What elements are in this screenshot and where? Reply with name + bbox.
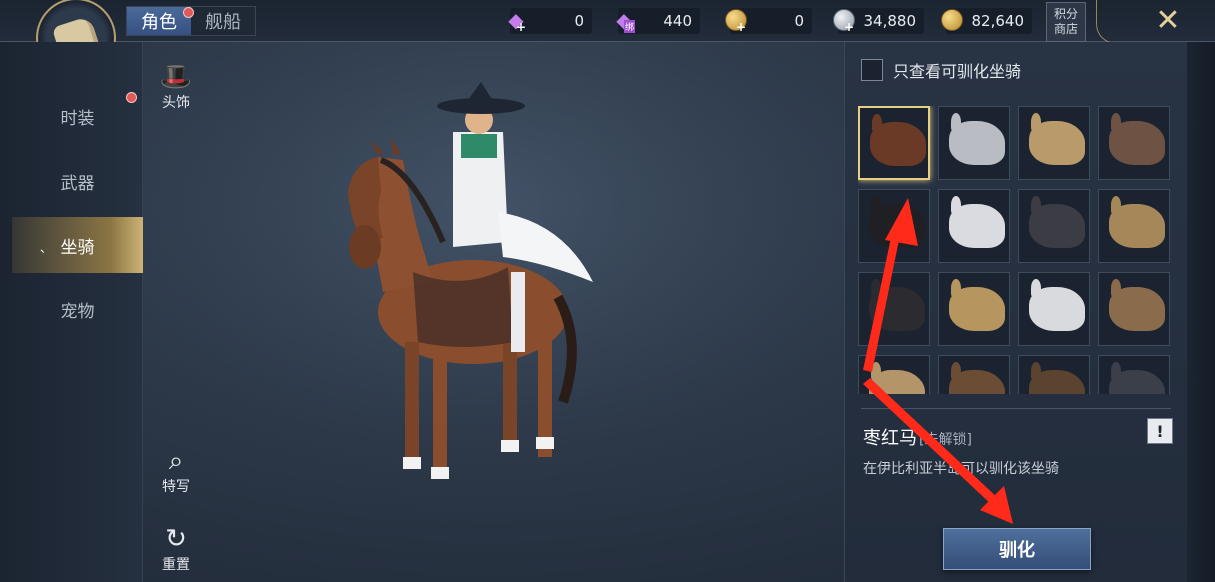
mount-slot[interactable] [1098,189,1170,263]
mount-slot[interactable] [1098,355,1170,394]
mount-slot[interactable] [858,189,930,263]
mount-slot[interactable] [858,106,930,180]
portrait-ear [951,113,961,131]
points-shop-button[interactable]: 积分商店 [1046,2,1086,42]
portrait-ear [951,279,961,297]
currency-value: 0 [574,12,584,30]
selected-mark-icon: 、 [40,241,53,255]
mount-slot[interactable] [858,272,930,346]
mount-slot[interactable] [938,272,1010,346]
currency-value: 82,640 [971,12,1025,30]
closeup-label: 特写 [162,479,190,495]
currency-value: 0 [794,12,804,30]
portrait-ear [1031,362,1041,380]
currency-value: 34,880 [863,12,917,30]
portrait-ear [871,279,881,297]
reset-label: 重置 [162,557,190,573]
mount-slot[interactable] [1098,106,1170,180]
notification-dot [126,92,137,103]
tame-button-label: 驯化 [999,540,1035,561]
character-preview-stage[interactable] [143,42,843,582]
tameable-filter[interactable]: 只查看可驯化坐骑 [861,58,1021,82]
reset-button[interactable]: ↻ 重置 [152,524,200,574]
sidebar-item-label: 武器 [60,173,95,194]
purple-diamond-icon: ◆ + [508,8,527,34]
sidebar-item-fashion[interactable]: 时装 [12,88,143,144]
mounted-character-model [143,42,843,582]
bound-purple-diamond-icon: ◆绑 [610,6,638,34]
mount-grid [858,106,1178,394]
portrait-ear [951,196,961,214]
currency-gold-coins-stack: 82,640 [941,8,1032,34]
portrait-ear [1111,196,1121,214]
silver-coin-icon: + [830,6,858,34]
portrait-ear [1111,362,1121,380]
mount-status: [未解锁] [919,432,972,448]
portrait-ear [1031,113,1041,131]
points-shop-label: 积分商店 [1053,7,1078,36]
mount-slot[interactable] [938,189,1010,263]
close-icon[interactable]: ✕ [1150,6,1186,36]
mount-slot[interactable] [1098,272,1170,346]
sidebar-item-pet[interactable]: 宠物 [12,281,143,337]
hat-icon: 🎩 [159,62,193,92]
tab-character-label: 角色 [141,12,177,33]
gold-coin-icon: + [722,6,750,34]
divider [861,408,1171,409]
closeup-button[interactable]: ⌕ 特写 [152,446,200,496]
currency-bound-diamond[interactable]: ◆绑 440 [616,8,700,34]
info-button[interactable]: ! [1147,418,1173,444]
mount-slot[interactable] [1018,106,1090,180]
refresh-icon: ↻ [165,524,187,554]
mount-slot[interactable] [938,355,1010,394]
tab-character[interactable]: 角色 [127,7,194,35]
portrait-ear [872,114,882,132]
mount-name-text: 枣红马 [863,428,917,449]
filter-checkbox[interactable] [861,59,883,81]
filter-label: 只查看可驯化坐骑 [893,62,1022,81]
tab-ship[interactable]: 舰船 [191,7,255,35]
portrait-ear [871,196,881,214]
mount-slot[interactable] [1018,355,1090,394]
mount-slot[interactable] [858,355,930,394]
portrait-ear [1031,279,1041,297]
currency-value: 440 [663,12,692,30]
headwear-toggle-button[interactable]: 🎩 头饰 [152,62,200,112]
top-tabs: 角色 舰船 [126,6,256,36]
headwear-label: 头饰 [162,95,190,111]
sidebar-item-label: 坐骑 [60,237,95,258]
currency-silver-coin[interactable]: + 34,880 [833,8,924,34]
portrait-ear [871,362,881,380]
sidebar-item-label: 时装 [60,108,95,129]
portrait-ear [951,362,961,380]
portrait-ear [1111,113,1121,131]
mount-description: 在伊比利亚半岛可以驯化该坐骑 [863,461,1059,477]
mount-slot[interactable] [938,106,1010,180]
gold-coins-stack-icon [938,6,966,34]
mount-slot[interactable] [1018,189,1090,263]
currency-gold-coin[interactable]: + 0 [725,8,812,34]
sidebar-item-weapon[interactable]: 武器 [12,153,143,209]
tame-button[interactable]: 驯化 [943,528,1091,570]
mount-slot[interactable] [1018,272,1090,346]
tab-ship-label: 舰船 [205,12,241,33]
sidebar-item-mount[interactable]: 、 坐骑 [12,217,143,273]
panel-edge [1187,42,1215,582]
portrait-ear [1031,196,1041,214]
portrait-ear [1111,279,1121,297]
currency-purple-diamond[interactable]: ◆ + 0 [508,8,592,34]
mount-name: 枣红马 [未解锁] [863,424,972,450]
magnifier-icon: ⌕ [168,446,184,476]
sidebar-item-label: 宠物 [60,301,95,322]
mount-panel: 只查看可驯化坐骑 枣红马 [未解锁] ! 在伊比利亚半岛可以驯化该坐骑 驯化 [844,42,1187,582]
